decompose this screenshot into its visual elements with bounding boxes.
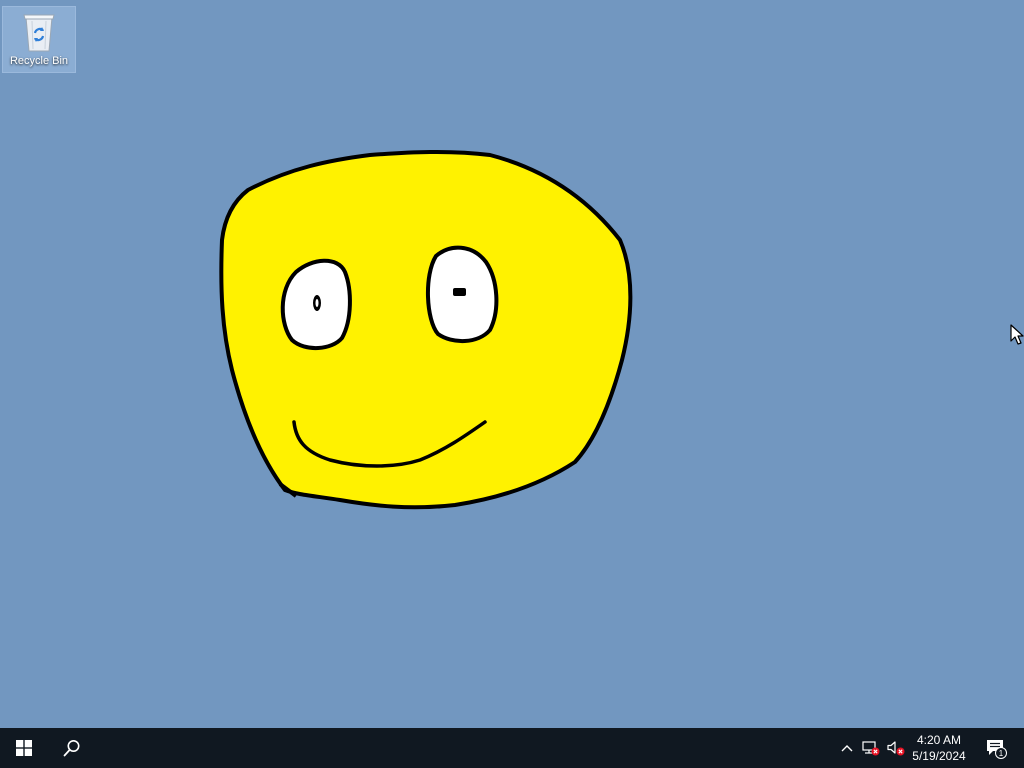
- chevron-up-icon: [841, 745, 853, 752]
- clock-date: 5/19/2024: [912, 749, 966, 763]
- network-button[interactable]: [858, 728, 884, 768]
- windows-logo-icon: [16, 740, 32, 756]
- start-button[interactable]: [0, 728, 48, 768]
- desktop[interactable]: Recycle Bin: [0, 0, 1024, 728]
- search-button[interactable]: [48, 728, 96, 768]
- network-disconnected-icon: [862, 741, 880, 756]
- face-shape: [219, 149, 633, 510]
- mouse-cursor-icon: [1010, 324, 1024, 345]
- taskbar-clock[interactable]: 4:20 AM 5/19/2024: [906, 728, 972, 768]
- right-pupil: [453, 288, 466, 296]
- notification-count: 1: [999, 749, 1004, 758]
- search-icon: [63, 740, 80, 757]
- clock-time: 4:20 AM: [916, 733, 962, 747]
- taskbar: 4:20 AM 5/19/2024 1: [0, 728, 1024, 768]
- volume-button[interactable]: [884, 728, 908, 768]
- volume-muted-icon: [887, 741, 905, 756]
- show-hidden-icons-button[interactable]: [836, 728, 858, 768]
- action-center-icon: 1: [987, 740, 1007, 759]
- action-center-button[interactable]: 1: [976, 728, 1016, 768]
- smiley-face-drawing: [219, 149, 633, 510]
